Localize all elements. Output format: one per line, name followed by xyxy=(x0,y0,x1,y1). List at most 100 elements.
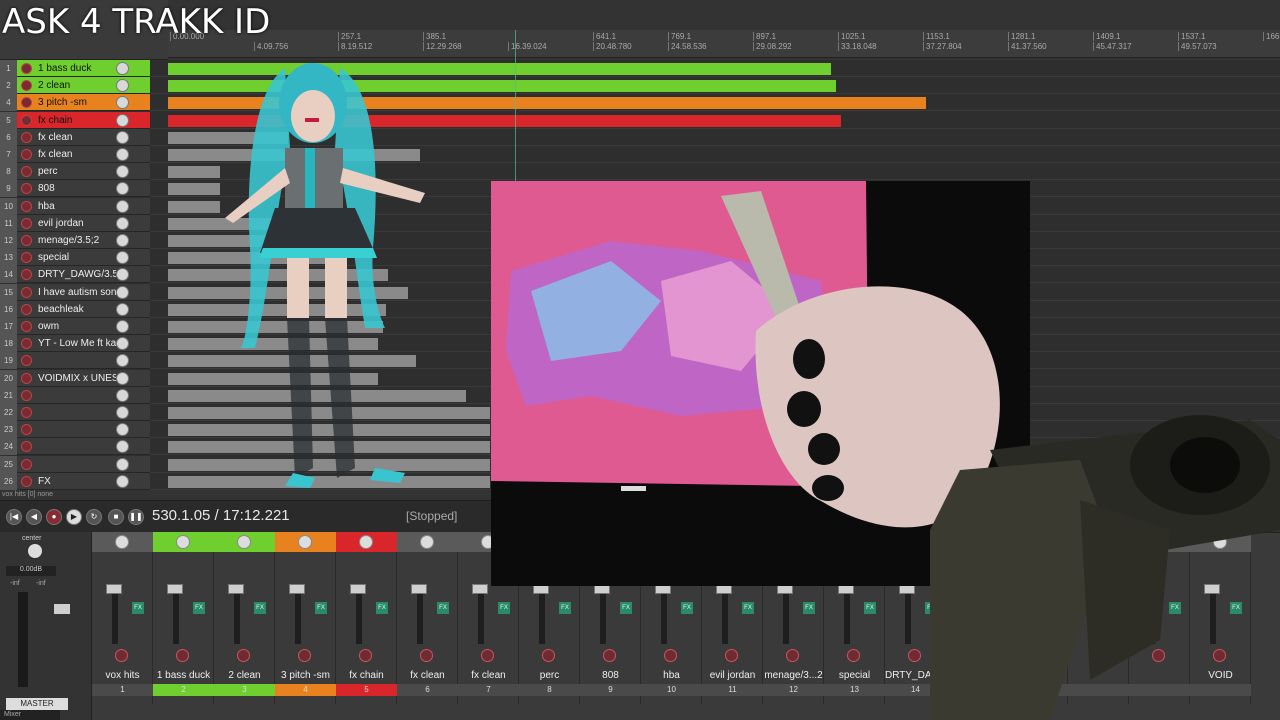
track-volume-knob[interactable] xyxy=(116,285,129,299)
track-header[interactable]: 22 xyxy=(0,404,150,421)
master-fader[interactable] xyxy=(54,604,70,614)
strip-name[interactable]: fx clean xyxy=(458,670,519,681)
record-arm-icon[interactable] xyxy=(298,649,311,662)
track-volume-knob[interactable] xyxy=(116,388,129,402)
volume-fader[interactable] xyxy=(411,584,427,594)
track-name[interactable]: YT - Low Me ft ka xyxy=(38,335,116,352)
fx-button[interactable]: FX xyxy=(742,602,754,614)
volume-fader[interactable] xyxy=(228,584,244,594)
record-arm-icon[interactable] xyxy=(542,649,555,662)
track-header[interactable]: 14 DRTY_DAWG/3.5 xyxy=(0,266,150,284)
go-to-start-button[interactable]: |◀ xyxy=(6,509,22,525)
stop-button[interactable]: ■ xyxy=(108,509,124,525)
record-arm-icon[interactable] xyxy=(21,63,32,74)
record-arm-icon[interactable] xyxy=(21,252,32,264)
track-name[interactable]: I have autism son xyxy=(38,284,116,301)
track-header[interactable]: 16 beachleak xyxy=(0,300,150,318)
record-arm-icon[interactable] xyxy=(664,649,677,662)
fx-button[interactable]: FX xyxy=(315,602,327,614)
record-arm-icon[interactable] xyxy=(21,149,32,160)
play-button[interactable]: ▶ xyxy=(66,509,82,525)
media-item[interactable] xyxy=(168,200,220,213)
record-arm-icon[interactable] xyxy=(21,355,32,367)
track-header[interactable]: 17 owm xyxy=(0,318,150,335)
track-volume-knob[interactable] xyxy=(116,113,129,127)
track-volume-knob[interactable] xyxy=(116,337,129,351)
track-name[interactable]: 1 bass duck xyxy=(38,60,116,77)
record-arm-icon[interactable] xyxy=(786,649,799,662)
track-header[interactable]: 10 hba xyxy=(0,197,150,215)
record-button[interactable]: ● xyxy=(46,509,62,525)
volume-fader[interactable] xyxy=(289,584,305,594)
record-arm-icon[interactable] xyxy=(21,441,32,453)
pan-knob[interactable] xyxy=(115,535,129,549)
record-arm-icon[interactable] xyxy=(21,372,32,384)
media-item[interactable] xyxy=(168,166,220,179)
record-arm-icon[interactable] xyxy=(115,649,128,662)
record-arm-icon[interactable] xyxy=(21,475,32,487)
record-arm-icon[interactable] xyxy=(21,97,32,109)
pan-knob[interactable] xyxy=(359,535,373,549)
strip-name[interactable]: 2 clean xyxy=(214,670,275,681)
record-arm-icon[interactable] xyxy=(21,303,32,315)
pause-button[interactable]: ❚❚ xyxy=(128,509,144,525)
track-volume-knob[interactable] xyxy=(116,474,129,488)
track-name[interactable]: DRTY_DAWG/3.5 xyxy=(38,266,116,283)
fx-button[interactable]: FX xyxy=(681,602,693,614)
record-arm-icon[interactable] xyxy=(21,166,32,178)
track-volume-knob[interactable] xyxy=(116,268,129,282)
track-name[interactable]: owm xyxy=(38,318,116,335)
track-name[interactable]: hba xyxy=(38,198,116,215)
record-arm-icon[interactable] xyxy=(359,649,372,662)
record-arm-icon[interactable] xyxy=(21,424,32,436)
track-header[interactable]: 21 xyxy=(0,386,150,404)
record-arm-icon[interactable] xyxy=(21,235,32,246)
track-volume-knob[interactable] xyxy=(116,423,129,437)
track-name[interactable]: perc xyxy=(38,163,116,180)
strip-name[interactable]: 1 bass duck xyxy=(153,670,214,681)
track-name[interactable]: 808 xyxy=(38,180,116,197)
track-name[interactable]: 2 clean xyxy=(38,77,116,94)
pan-knob[interactable] xyxy=(237,535,251,549)
record-arm-icon[interactable] xyxy=(21,458,32,470)
track-header[interactable]: 11 evil jordan xyxy=(0,214,150,232)
track-volume-knob[interactable] xyxy=(116,371,129,385)
track-volume-knob[interactable] xyxy=(116,165,129,179)
pan-knob[interactable] xyxy=(176,535,190,549)
track-name[interactable]: fx chain xyxy=(38,112,116,129)
track-header[interactable]: 6 fx clean xyxy=(0,128,150,146)
track-volume-knob[interactable] xyxy=(116,79,129,93)
rewind-button[interactable]: ◀ xyxy=(26,509,42,525)
media-item[interactable] xyxy=(168,183,220,196)
track-name[interactable]: VOIDMIX x UNESS xyxy=(38,370,116,387)
track-header[interactable]: 1 1 bass duck xyxy=(0,60,150,77)
track-header[interactable]: 8 perc xyxy=(0,163,150,181)
fx-button[interactable]: FX xyxy=(254,602,266,614)
track-volume-knob[interactable] xyxy=(116,130,129,144)
record-arm-icon[interactable] xyxy=(420,649,433,662)
track-header[interactable]: 4 3 pitch -sm xyxy=(0,94,150,112)
fx-button[interactable]: FX xyxy=(803,602,815,614)
track-volume-knob[interactable] xyxy=(116,96,129,110)
track-header[interactable]: 9 808 xyxy=(0,180,150,198)
track-name[interactable]: menage/3.5;2 xyxy=(38,232,116,249)
track-volume-knob[interactable] xyxy=(116,302,129,316)
track-name[interactable]: FX xyxy=(38,473,116,490)
track-header[interactable]: 20 VOIDMIX x UNESS xyxy=(0,369,150,387)
record-arm-icon[interactable] xyxy=(21,269,32,281)
record-arm-icon[interactable] xyxy=(21,321,32,332)
record-arm-icon[interactable] xyxy=(237,649,250,662)
track-volume-knob[interactable] xyxy=(116,440,129,454)
strip-name[interactable]: fx clean xyxy=(397,670,458,681)
strip-name[interactable]: perc xyxy=(519,670,580,681)
track-header[interactable]: 19 xyxy=(0,352,150,370)
track-header[interactable]: 15 I have autism son xyxy=(0,283,150,301)
strip-name[interactable]: hba xyxy=(641,670,702,681)
fx-button[interactable]: FX xyxy=(437,602,449,614)
master-pan-knob[interactable] xyxy=(28,544,42,558)
track-volume-knob[interactable] xyxy=(116,199,129,213)
strip-name[interactable]: menage/3...2 xyxy=(763,670,824,681)
record-arm-icon[interactable] xyxy=(21,338,32,350)
strip-name[interactable]: 808 xyxy=(580,670,641,681)
fx-button[interactable]: FX xyxy=(132,602,144,614)
